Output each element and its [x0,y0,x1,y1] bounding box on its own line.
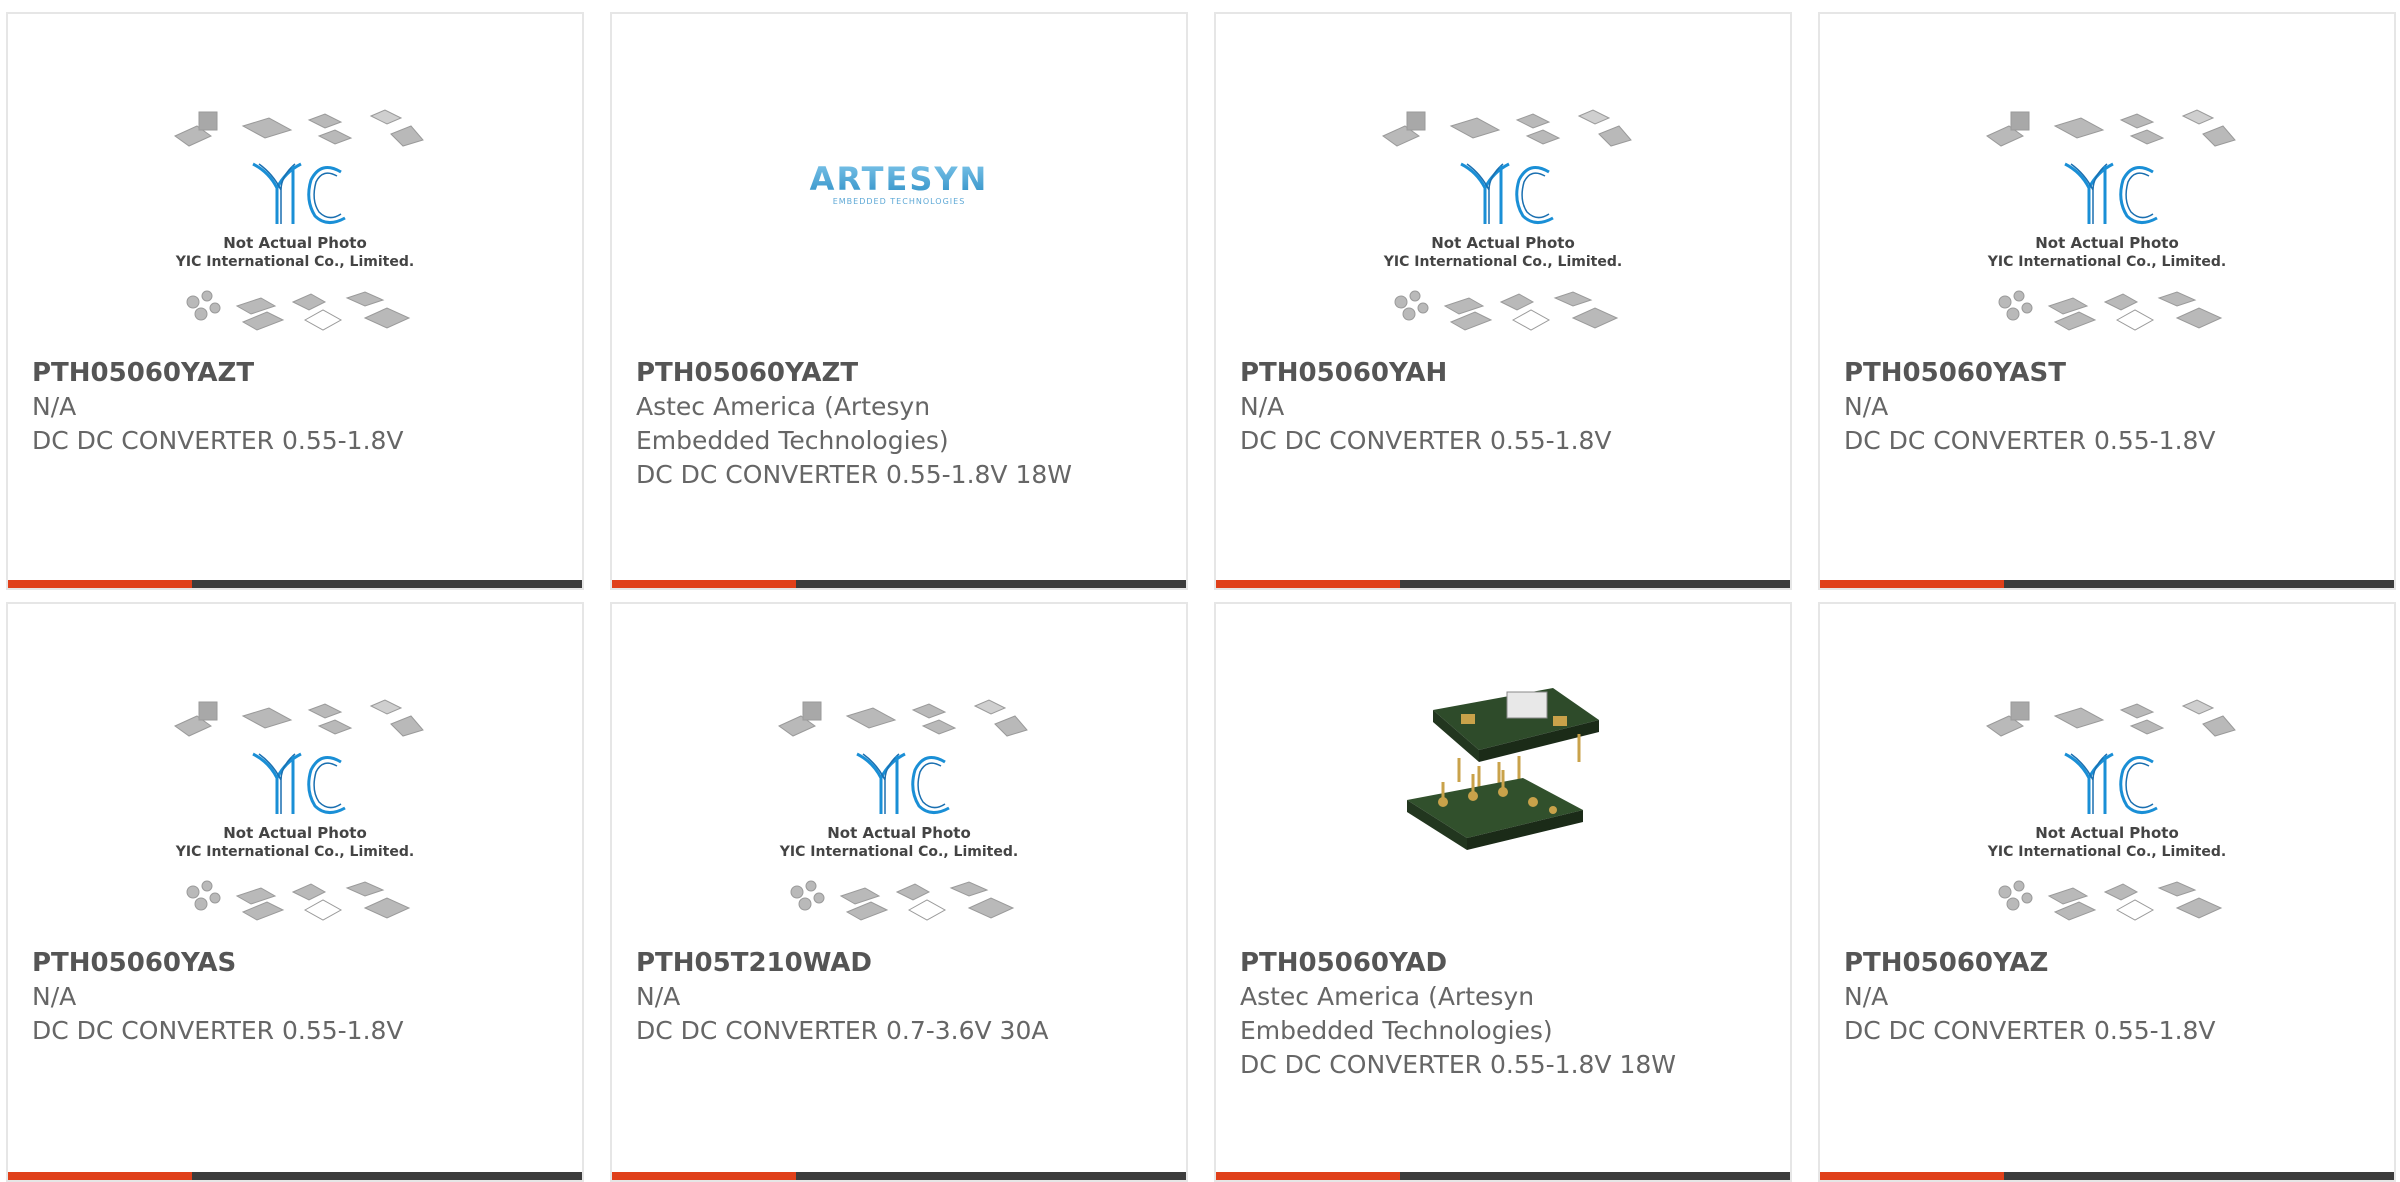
product-info: PTH05060YAH N/A DC DC CONVERTER 0.55-1.8V [1240,356,1766,458]
manufacturer-text: N/A [32,392,77,421]
product-card[interactable]: Not Actual Photo YIC International Co., … [1818,602,2396,1182]
svg-text:YIC International Co., Limited: YIC International Co., Limited. [1987,844,2226,860]
description-text: DC DC CONVERTER 0.55-1.8V [1240,426,1612,455]
card-bottom-bar [8,580,582,588]
card-bottom-bar [1820,580,2394,588]
card-accent-bar [1820,580,2004,588]
product-info: PTH05T210WAD N/A DC DC CONVERTER 0.7-3.6V … [636,946,1162,1048]
product-image[interactable]: ARTESYN EMBEDDED TECHNOLOGIES [612,14,1186,354]
product-info: PTH05060YAZ N/A DC DC CONVERTER 0.55-1.8V [1844,946,2370,1048]
description-text: DC DC CONVERTER 0.55-1.8V [1844,1016,2216,1045]
manufacturer-text: N/A [1844,392,1889,421]
part-number-link[interactable]: PTH05T210WAD [636,946,1162,980]
yic-placeholder-image: Not Actual Photo YIC International Co., … [778,699,1028,921]
svg-text:Not Actual Photo: Not Actual Photo [827,824,971,842]
svg-text:YIC International Co., Limited: YIC International Co., Limited. [175,254,414,270]
svg-text:Not Actual Photo: Not Actual Photo [2035,234,2179,252]
card-bottom-bar [8,1172,582,1180]
description-text: DC DC CONVERTER 0.7-3.6V 30A [636,1016,1049,1045]
product-info: PTH05060YAST N/A DC DC CONVERTER 0.55-1.8V [1844,356,2370,458]
yic-placeholder-image: Not Actual Photo YIC International Co., … [1986,109,2236,331]
card-bottom-bar [1216,580,1790,588]
svg-text:Not Actual Photo: Not Actual Photo [223,234,367,252]
description-text: DC DC CONVERTER 0.55-1.8V 18W [636,460,1072,489]
card-accent-bar [1820,1172,2004,1180]
product-card[interactable]: Not Actual Photo YIC International Co., … [6,12,584,590]
svg-text:YIC International Co., Limited: YIC International Co., Limited. [779,844,1018,860]
yic-placeholder-image: Not Actual Photo YIC International Co., … [174,109,424,331]
svg-text:YIC International Co., Limited: YIC International Co., Limited. [1383,254,1622,270]
svg-text:EMBEDDED TECHNOLOGIES: EMBEDDED TECHNOLOGIES [833,197,966,206]
manufacturer-text: N/A [636,982,681,1011]
product-info: PTH05060YAD Astec America (Artesyn Embedd… [1240,946,1766,1082]
svg-text:Not Actual Photo: Not Actual Photo [2035,824,2179,842]
part-number-link[interactable]: PTH05060YAS [32,946,558,980]
card-bottom-bar [1216,1172,1790,1180]
yic-placeholder-image: Not Actual Photo YIC International Co., … [1382,109,1632,331]
part-number-link[interactable]: PTH05060YAST [1844,356,2370,390]
artesyn-logo: ARTESYN EMBEDDED TECHNOLOGIES [810,160,989,206]
yic-placeholder-image: Not Actual Photo YIC International Co., … [174,699,424,921]
product-grid: Not Actual Photo YIC International Co., … [0,0,2400,1182]
product-image[interactable]: Not Actual Photo YIC International Co., … [612,604,1186,944]
card-accent-bar [8,1172,192,1180]
product-image[interactable]: Not Actual Photo YIC International Co., … [1216,14,1790,354]
product-card[interactable]: Not Actual Photo YIC International Co., … [1818,12,2396,590]
product-card[interactable]: Not Actual Photo YIC International Co., … [610,602,1188,1182]
description-text: DC DC CONVERTER 0.55-1.8V [32,426,404,455]
part-number-link[interactable]: PTH05060YAZT [636,356,1162,390]
product-image[interactable] [1216,604,1790,944]
description-text: DC DC CONVERTER 0.55-1.8V 18W [1240,1050,1676,1079]
product-card[interactable]: ARTESYN EMBEDDED TECHNOLOGIES PTH05060YA… [610,12,1188,590]
product-image[interactable]: Not Actual Photo YIC International Co., … [8,14,582,354]
part-number-link[interactable]: PTH05060YAZT [32,356,558,390]
product-info: PTH05060YAS N/A DC DC CONVERTER 0.55-1.8V [32,946,558,1048]
dc-converter-photo [1407,688,1599,850]
product-card[interactable]: Not Actual Photo YIC International Co., … [1214,12,1792,590]
svg-text:YIC International Co., Limited: YIC International Co., Limited. [1987,254,2226,270]
product-image[interactable]: Not Actual Photo YIC International Co., … [1820,14,2394,354]
card-accent-bar [612,580,796,588]
product-info: PTH05060YAZT N/A DC DC CONVERTER 0.55-1.8V [32,356,558,458]
svg-text:Not Actual Photo: Not Actual Photo [223,824,367,842]
card-accent-bar [1216,580,1400,588]
manufacturer-text: N/A [1844,982,1889,1011]
card-bottom-bar [1820,1172,2394,1180]
manufacturer-text: Astec America (Artesyn Embedded Technolo… [636,392,949,455]
card-bottom-bar [612,1172,1186,1180]
manufacturer-text: N/A [32,982,77,1011]
card-accent-bar [1216,1172,1400,1180]
product-image[interactable]: Not Actual Photo YIC International Co., … [1820,604,2394,944]
svg-text:ARTESYN: ARTESYN [810,160,989,198]
svg-text:Not Actual Photo: Not Actual Photo [1431,234,1575,252]
product-image[interactable]: Not Actual Photo YIC International Co., … [8,604,582,944]
card-bottom-bar [612,580,1186,588]
yic-placeholder-image: Not Actual Photo YIC International Co., … [1986,699,2236,921]
part-number-link[interactable]: PTH05060YAZ [1844,946,2370,980]
product-card[interactable]: PTH05060YAD Astec America (Artesyn Embedd… [1214,602,1792,1182]
svg-text:YIC International Co., Limited: YIC International Co., Limited. [175,844,414,860]
manufacturer-text: N/A [1240,392,1285,421]
manufacturer-text: Astec America (Artesyn Embedded Technolo… [1240,982,1553,1045]
product-card[interactable]: Not Actual Photo YIC International Co., … [6,602,584,1182]
description-text: DC DC CONVERTER 0.55-1.8V [32,1016,404,1045]
product-info: PTH05060YAZT Astec America (Artesyn Embed… [636,356,1162,492]
card-accent-bar [612,1172,796,1180]
description-text: DC DC CONVERTER 0.55-1.8V [1844,426,2216,455]
part-number-link[interactable]: PTH05060YAD [1240,946,1766,980]
part-number-link[interactable]: PTH05060YAH [1240,356,1766,390]
card-accent-bar [8,580,192,588]
